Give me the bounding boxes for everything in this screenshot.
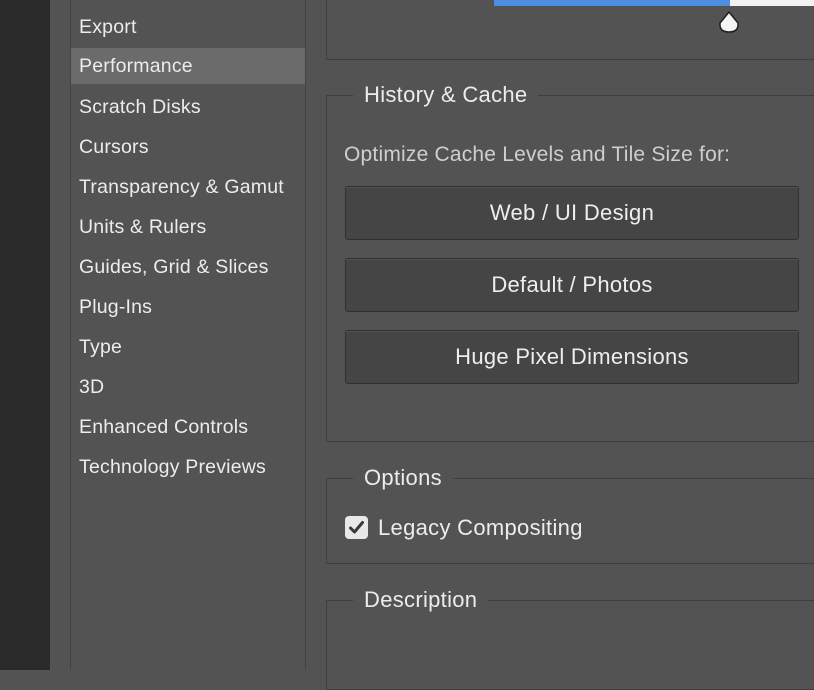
memory-slider-fill[interactable] — [494, 0, 730, 6]
sidebar-item-guides-grid-slices[interactable]: Guides, Grid & Slices — [71, 249, 305, 285]
sidebar-item-enhanced-controls[interactable]: Enhanced Controls — [71, 409, 305, 445]
options-title: Options — [353, 462, 453, 494]
history-cache-title: History & Cache — [353, 79, 539, 111]
web-ui-design-button[interactable]: Web / UI Design — [345, 186, 799, 240]
slider-thumb-icon[interactable] — [717, 10, 741, 34]
memory-slider-track[interactable] — [730, 0, 814, 6]
sidebar-item-3d[interactable]: 3D — [71, 369, 305, 405]
sidebar-item-units-rulers[interactable]: Units & Rulers — [71, 209, 305, 245]
sidebar-item-technology-previews[interactable]: Technology Previews — [71, 449, 305, 485]
default-photos-button[interactable]: Default / Photos — [345, 258, 799, 312]
legacy-compositing-checkbox[interactable] — [345, 516, 368, 539]
legacy-compositing-label[interactable]: Legacy Compositing — [378, 511, 583, 545]
sidebar-item-scratch-disks[interactable]: Scratch Disks — [71, 89, 305, 125]
checkmark-icon — [349, 521, 364, 534]
sidebar-item-type[interactable]: Type — [71, 329, 305, 365]
sidebar-item-plug-ins[interactable]: Plug-Ins — [71, 289, 305, 325]
description-group: Description — [326, 584, 814, 690]
sidebar-item-cursors[interactable]: Cursors — [71, 129, 305, 165]
preferences-sidebar: Export Performance Scratch Disks Cursors… — [70, 0, 306, 670]
optimize-cache-label: Optimize Cache Levels and Tile Size for: — [344, 143, 731, 166]
background-window-edge — [0, 0, 50, 670]
preferences-dialog: Export Performance Scratch Disks Cursors… — [50, 0, 814, 690]
huge-pixel-dimensions-button[interactable]: Huge Pixel Dimensions — [345, 330, 799, 384]
sidebar-item-transparency-gamut[interactable]: Transparency & Gamut — [71, 169, 305, 205]
description-title: Description — [353, 584, 489, 616]
sidebar-item-performance[interactable]: Performance — [71, 48, 305, 84]
sidebar-item-export[interactable]: Export — [71, 9, 305, 45]
